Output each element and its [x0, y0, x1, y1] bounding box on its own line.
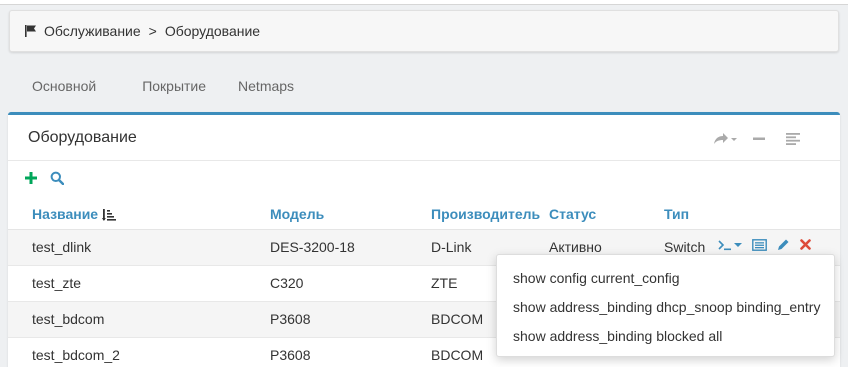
column-header-status[interactable]: Статус — [549, 195, 664, 230]
breadcrumb-item-service[interactable]: Обслуживание — [44, 23, 141, 39]
minimize-icon[interactable] — [742, 129, 776, 149]
menu-item-show-config[interactable]: show config current_config — [497, 263, 834, 292]
table-header-row: Название Модель Производитель Статус Тип — [8, 195, 840, 230]
list-icon[interactable] — [776, 129, 810, 149]
share-icon[interactable] — [708, 129, 742, 149]
search-icon[interactable] — [50, 171, 64, 185]
cell-name: test_zte — [8, 265, 270, 302]
row-tools — [718, 238, 811, 251]
column-header-name[interactable]: Название — [8, 195, 270, 230]
panel-title: Оборудование — [28, 128, 137, 146]
sort-icon[interactable] — [102, 208, 117, 222]
flag-icon — [25, 25, 36, 37]
table-actions — [24, 171, 64, 185]
terminal-icon[interactable] — [718, 239, 732, 251]
cell-name: test_bdcom_2 — [8, 337, 270, 367]
tab-bar: Основной Покрытие Netmaps — [9, 68, 310, 106]
column-header-model[interactable]: Модель — [270, 195, 431, 230]
cell-name: test_dlink — [8, 229, 270, 266]
list-box-icon[interactable] — [752, 238, 767, 251]
menu-item-show-blocked[interactable]: show address_binding blocked all — [497, 321, 834, 350]
tab-netmaps[interactable]: Netmaps — [222, 68, 310, 106]
tab-coverage[interactable]: Покрытие — [112, 68, 222, 106]
add-icon[interactable] — [24, 171, 38, 185]
top-bar — [0, 0, 848, 5]
cell-model: DES-3200-18 — [270, 229, 431, 266]
cell-name: test_bdcom — [8, 301, 270, 338]
edit-pencil-icon[interactable] — [777, 238, 790, 251]
breadcrumb-separator: > — [148, 23, 157, 39]
column-header-type[interactable]: Тип — [664, 195, 840, 230]
delete-icon[interactable] — [800, 239, 811, 250]
tab-main[interactable]: Основной — [9, 68, 112, 106]
breadcrumb-item-equipment: Оборудование — [164, 23, 261, 39]
panel-tools — [708, 129, 810, 149]
terminal-command-menu: show config current_config show address_… — [496, 254, 835, 357]
cell-model: P3608 — [270, 337, 431, 367]
cell-model: C320 — [270, 265, 431, 302]
breadcrumb: Обслуживание > Оборудование — [9, 10, 839, 52]
menu-item-show-binding-entry[interactable]: show address_binding dhcp_snoop binding_… — [497, 292, 834, 321]
caret-down-icon[interactable] — [734, 242, 742, 248]
column-header-vendor[interactable]: Производитель — [431, 195, 549, 230]
panel-header: Оборудование — [8, 115, 840, 161]
cell-model: P3608 — [270, 301, 431, 338]
